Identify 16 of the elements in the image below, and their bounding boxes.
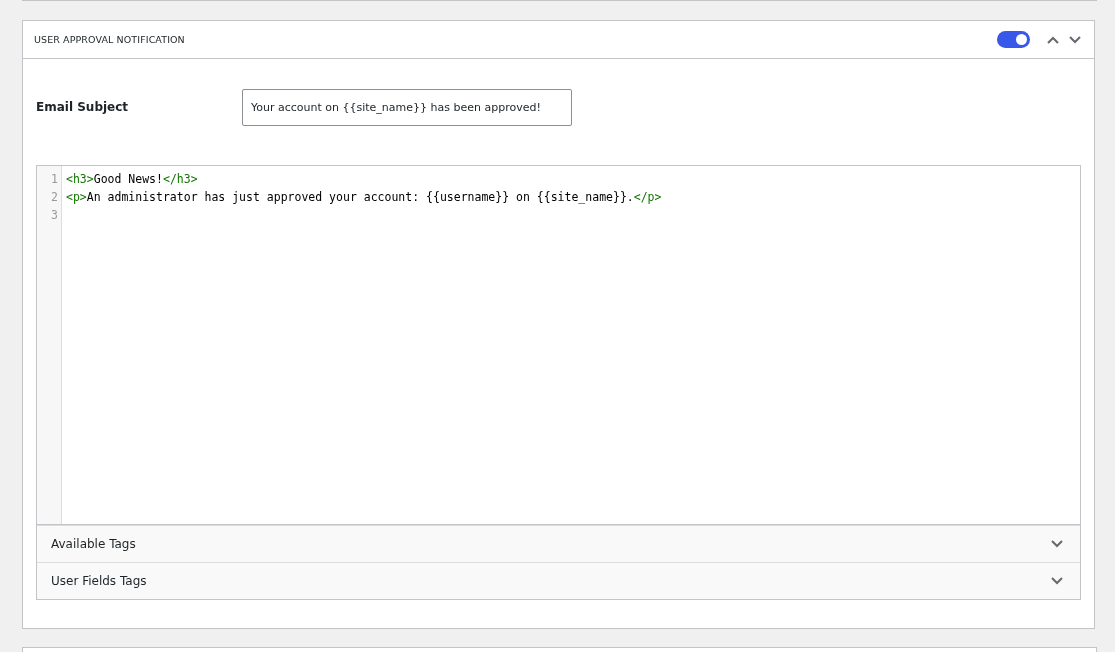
toggle-switch[interactable] (997, 31, 1030, 48)
chevron-up-icon[interactable] (1046, 34, 1060, 45)
code-editor[interactable]: 1 2 3 <h3>Good News!</h3> <p>An administrator has just approved your account: {{username}} on {{site_name}}.</p> (36, 165, 1081, 525)
code-line: <p>An administrator has just approved your account: {{username}} on {{site_name}}.</p> (66, 190, 662, 204)
line-number: 3 (51, 207, 58, 224)
chevron-down-icon[interactable] (1068, 34, 1082, 45)
line-number: 1 (51, 171, 58, 188)
chevron-down-icon (1050, 539, 1064, 549)
line-number: 2 (51, 189, 58, 206)
accordion-header[interactable]: Available Tags (37, 525, 1080, 562)
field-label: Email Subject (36, 100, 130, 114)
panel-title: USER APPROVAL NOTIFICATION (34, 34, 185, 45)
input-field[interactable]: Your account on {{site_name}} has been approved! (242, 88, 572, 126)
code-line: <h3>Good News!</h3> (66, 172, 198, 186)
chevron-down-icon (1050, 576, 1064, 586)
accordion-header[interactable]: User Fields Tags (37, 562, 1080, 599)
